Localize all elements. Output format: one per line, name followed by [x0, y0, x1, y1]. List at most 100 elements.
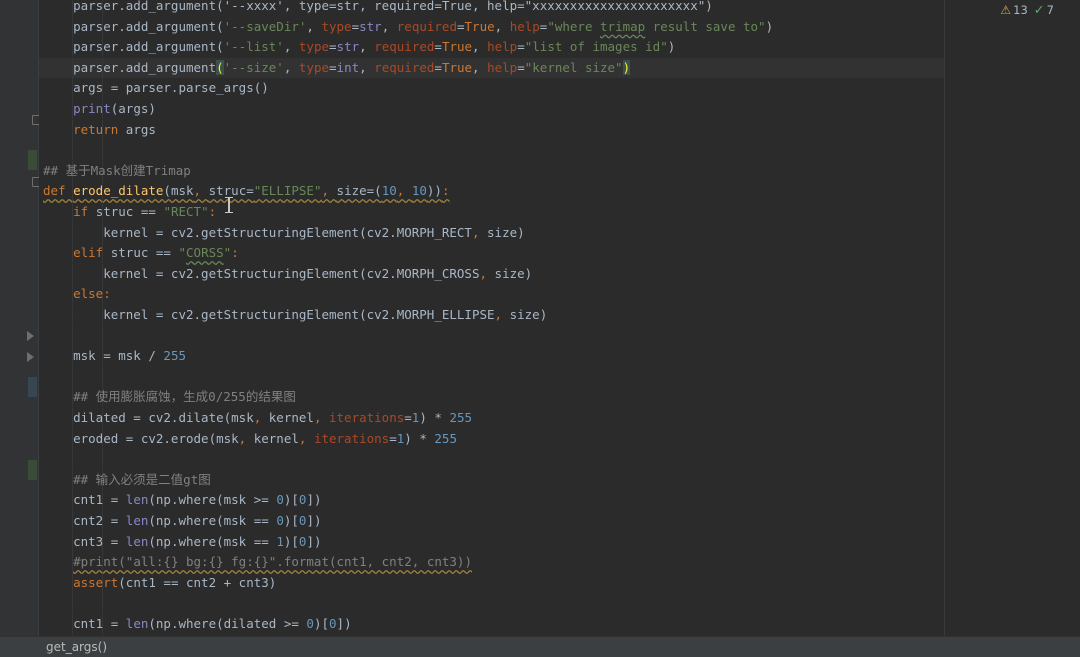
breadcrumb-bar: get_args() [0, 636, 1080, 657]
code-token: ## 输入必须是二值gt图 [73, 471, 211, 487]
code-token: assert [73, 574, 119, 590]
code-line[interactable]: ## 输入必须是二值gt图 [39, 469, 944, 490]
code-line[interactable]: parser.add_argument('--size', type=int, … [39, 57, 944, 78]
warning-triangle-icon: ⚠ [1000, 3, 1012, 17]
code-line[interactable]: cnt2 = len(np.where(msk == 0)[0]) [39, 511, 944, 531]
code-token: ) [667, 39, 676, 55]
code-line[interactable] [39, 366, 944, 387]
code-token: = [351, 18, 360, 34]
code-token: , [283, 59, 299, 75]
code-line[interactable] [39, 325, 944, 346]
code-text: else: [43, 284, 111, 304]
code-token: "list of images id" [524, 39, 668, 55]
code-token: cnt3 = [43, 533, 126, 549]
vcs-modified-marker[interactable] [28, 377, 37, 397]
code-token: , [472, 59, 488, 75]
code-editor[interactable]: parser.add_argument('--xxxx', type=str, … [39, 0, 944, 636]
code-token: 255 [163, 348, 186, 364]
code-token: kernel = cv2.getStructuringElement(cv2.M… [43, 224, 472, 240]
code-token: '--size' [223, 59, 284, 75]
code-token: )[ [283, 513, 299, 528]
code-line[interactable] [39, 593, 944, 614]
code-token: ) [765, 18, 774, 34]
code-text: if struc == "RECT": [43, 202, 216, 222]
code-token: 0 [329, 616, 337, 631]
code-token: int [336, 59, 360, 75]
code-token: def [43, 183, 74, 199]
code-token: , [396, 183, 412, 199]
code-line[interactable]: elif struc == "CORSS": [39, 243, 944, 264]
indent-guide [72, 449, 73, 470]
code-line[interactable]: kernel = cv2.getStructuringElement(cv2.M… [39, 263, 944, 284]
code-token: = [517, 59, 525, 75]
vcs-added-marker[interactable] [28, 460, 37, 480]
code-token: ## 使用膨胀腐蚀，生成0/255的结果图 [73, 389, 296, 405]
code-token: trimap [600, 18, 646, 34]
code-token: , [494, 18, 510, 34]
code-line[interactable] [39, 449, 944, 470]
indent-guide [72, 325, 73, 346]
code-line[interactable]: cnt3 = len(np.where(msk == 1)[0]) [39, 531, 944, 552]
code-token: 0 [276, 492, 284, 508]
code-line[interactable]: kernel = cv2.getStructuringElement(cv2.M… [39, 305, 944, 325]
code-token: 255 [434, 430, 457, 446]
fold-collapsed-arrow-icon[interactable] [27, 331, 34, 341]
code-line[interactable]: dilated = cv2.dilate(msk, kernel, iterat… [39, 408, 944, 428]
code-token: kernel = cv2.getStructuringElement(cv2.M… [43, 265, 480, 281]
code-text: kernel = cv2.getStructuringElement(cv2.M… [43, 264, 532, 284]
warnings-indicator[interactable]: ⚠ 13 [1000, 3, 1027, 17]
code-line[interactable]: parser.add_argument('--saveDir', type=st… [39, 16, 944, 37]
code-token: str [336, 39, 360, 55]
code-line[interactable]: print(args) [39, 99, 944, 119]
code-line[interactable]: if struc == "RECT": [39, 202, 944, 222]
code-token: = [434, 59, 442, 75]
inspection-widget[interactable]: ⚠ 13 ✓ 7 [1000, 2, 1054, 18]
code-token: cnt1 = [43, 616, 126, 631]
code-token: ]) [336, 616, 352, 631]
code-line[interactable] [39, 140, 944, 161]
indent-guide [72, 140, 73, 161]
code-line[interactable]: msk = msk / 255 [39, 346, 944, 367]
code-line[interactable]: cnt1 = len(np.where(msk >= 0)[0]) [39, 490, 944, 511]
code-token: "ELLIPSE" [253, 183, 322, 199]
code-line[interactable]: return args [39, 119, 944, 140]
code-line[interactable]: #print("all:{} bg:{} fg:{}".format(cnt1,… [39, 552, 944, 573]
code-token: = [434, 39, 442, 55]
code-line[interactable]: parser.add_argument('--list', type=str, … [39, 37, 944, 58]
code-token: type [321, 18, 352, 34]
ok-indicator[interactable]: ✓ 7 [1034, 3, 1054, 18]
code-token: type [298, 59, 330, 75]
breadcrumb-item[interactable]: get_args() [46, 637, 107, 657]
code-token: required [374, 39, 435, 55]
code-token: str [359, 18, 382, 34]
code-line[interactable]: assert(cnt1 == cnt2 + cnt3) [39, 572, 944, 593]
code-token: cnt2 = [43, 513, 126, 528]
code-token: (np.where(msk == [148, 513, 277, 528]
code-token: 255 [449, 410, 473, 425]
code-line[interactable]: ## 基于Mask创建Trimap [39, 160, 944, 181]
code-token: ) [622, 59, 631, 75]
vcs-added-marker[interactable] [28, 150, 37, 170]
code-line[interactable]: eroded = cv2.erode(msk, kernel, iteratio… [39, 428, 944, 449]
fold-collapsed-arrow-icon[interactable] [27, 352, 34, 362]
code-token: ) * [419, 410, 450, 425]
code-line[interactable]: parser.add_argument('--xxxx', type=str, … [39, 0, 944, 16]
code-line[interactable]: args = parser.parse_args() [39, 78, 944, 99]
code-token: struc == [103, 245, 179, 261]
code-token: : [103, 286, 111, 302]
code-line[interactable]: cnt1 = len(np.where(dilated >= 0)[0]) [39, 614, 944, 634]
code-token: help [487, 39, 518, 55]
code-line[interactable]: def erode_dilate(msk, struc="ELLIPSE", s… [39, 181, 944, 202]
editor-gutter [0, 0, 38, 636]
code-line[interactable]: kernel = cv2.getStructuringElement(cv2.M… [39, 222, 944, 243]
code-line[interactable]: ## 使用膨胀腐蚀，生成0/255的结果图 [39, 387, 944, 408]
code-token: parser.add_argument( [43, 39, 224, 55]
code-token: , [313, 410, 329, 425]
code-token: '--saveDir' [223, 18, 307, 34]
code-token: "where [547, 18, 601, 34]
code-token: )[ [313, 616, 330, 631]
code-token: (msk [163, 183, 194, 199]
code-line[interactable]: else: [39, 284, 944, 305]
